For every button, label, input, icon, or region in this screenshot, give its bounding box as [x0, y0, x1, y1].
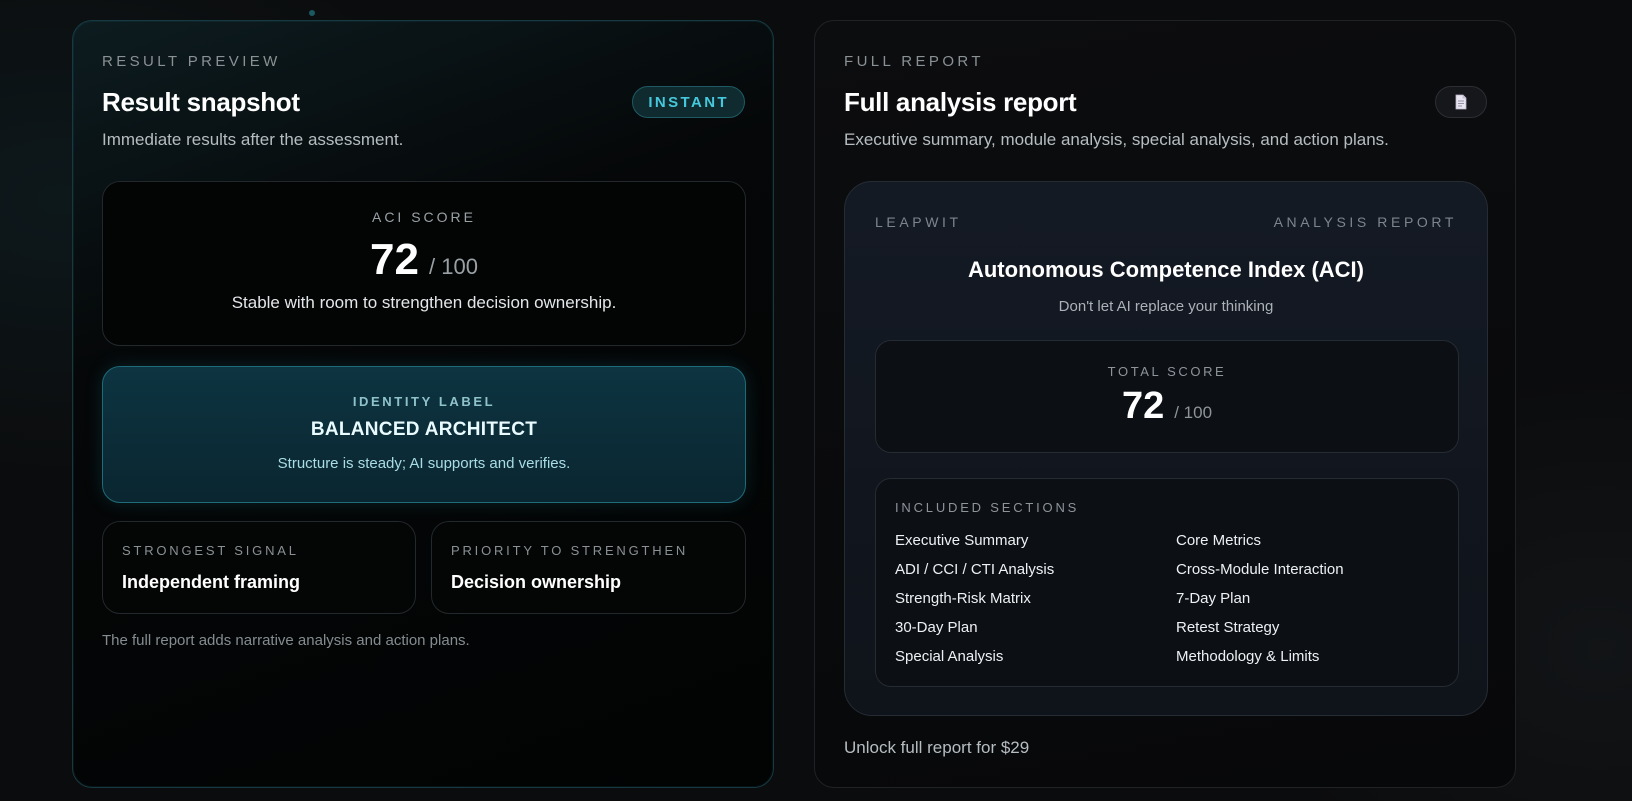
- section-item: Special Analysis: [895, 648, 1004, 665]
- full-subtitle: Executive summary, module analysis, spec…: [844, 130, 1389, 149]
- document-icon: [1455, 94, 1467, 110]
- total-score-value: 72: [1121, 385, 1165, 427]
- unlock-link[interactable]: Unlock full report for $29: [844, 738, 1029, 758]
- section-item: Methodology & Limits: [1176, 648, 1320, 665]
- report-brand: LEAPWIT: [875, 214, 962, 230]
- strongest-signal-value: Independent framing: [122, 572, 301, 592]
- report-tagline: Don't let AI replace your thinking: [1058, 298, 1274, 315]
- section-item: Executive Summary: [895, 532, 1029, 549]
- included-sections-label: INCLUDED SECTIONS: [895, 500, 1080, 515]
- total-score-row: 72 / 100: [876, 385, 1458, 428]
- preview-footnote: The full report adds narrative analysis …: [102, 632, 470, 649]
- preview-eyebrow: RESULT PREVIEW: [102, 53, 281, 70]
- aci-score-value: 72: [370, 235, 419, 284]
- identity-label-card: IDENTITY LABEL BALANCED ARCHITECT Struct…: [102, 366, 746, 503]
- section-item: ADI / CCI / CTI Analysis: [895, 561, 1055, 578]
- decor-dot: [309, 10, 315, 16]
- report-title: Autonomous Competence Index (ACI): [967, 257, 1364, 282]
- strongest-signal-label: STRONGEST SIGNAL: [122, 543, 299, 558]
- total-score-denominator: / 100: [1174, 403, 1213, 422]
- section-item: Strength-Risk Matrix: [895, 590, 1031, 607]
- instant-badge: INSTANT: [632, 86, 745, 118]
- priority-value: Decision ownership: [451, 572, 622, 592]
- report-preview: LEAPWIT ANALYSIS REPORT Autonomous Compe…: [844, 181, 1488, 716]
- section-item: Retest Strategy: [1176, 619, 1280, 636]
- priority-card: PRIORITY TO STRENGTHEN Decision ownershi…: [431, 521, 746, 614]
- identity-label-heading: IDENTITY LABEL: [352, 394, 496, 409]
- document-button[interactable]: [1435, 86, 1487, 118]
- result-preview-panel: RESULT PREVIEW Result snapshot INSTANT I…: [72, 20, 774, 788]
- identity-description: Structure is steady; AI supports and ver…: [277, 455, 571, 472]
- aci-score-note: Stable with room to strengthen decision …: [231, 293, 617, 312]
- section-item: Core Metrics: [1176, 532, 1262, 549]
- section-item: Cross-Module Interaction: [1176, 561, 1344, 578]
- included-sections-card: INCLUDED SECTIONS Executive Summary Core…: [875, 478, 1459, 687]
- aci-score-label: ACI SCORE: [371, 209, 476, 225]
- aci-score-row: 72 / 100: [103, 235, 745, 285]
- full-report-panel: FULL REPORT Full analysis report Executi…: [814, 20, 1516, 788]
- priority-label: PRIORITY TO STRENGTHEN: [451, 543, 689, 558]
- sections-list: Executive Summary Core Metrics ADI / CCI…: [895, 531, 1455, 667]
- total-score-label: TOTAL SCORE: [1107, 364, 1227, 379]
- section-item: 7-Day Plan: [1176, 590, 1251, 607]
- report-kind: ANALYSIS REPORT: [1273, 214, 1457, 230]
- total-score-card: TOTAL SCORE 72 / 100: [875, 340, 1459, 453]
- preview-title: Result snapshot: [102, 87, 300, 117]
- full-eyebrow: FULL REPORT: [844, 53, 984, 70]
- preview-subtitle: Immediate results after the assessment.: [102, 130, 404, 149]
- identity-name: BALANCED ARCHITECT: [310, 419, 538, 440]
- aci-score-denominator: / 100: [429, 254, 478, 279]
- section-item: 30-Day Plan: [895, 619, 978, 636]
- aci-score-card: ACI SCORE 72 / 100 Stable with room to s…: [102, 181, 746, 346]
- strongest-signal-card: STRONGEST SIGNAL Independent framing: [102, 521, 416, 614]
- full-title: Full analysis report: [844, 87, 1077, 117]
